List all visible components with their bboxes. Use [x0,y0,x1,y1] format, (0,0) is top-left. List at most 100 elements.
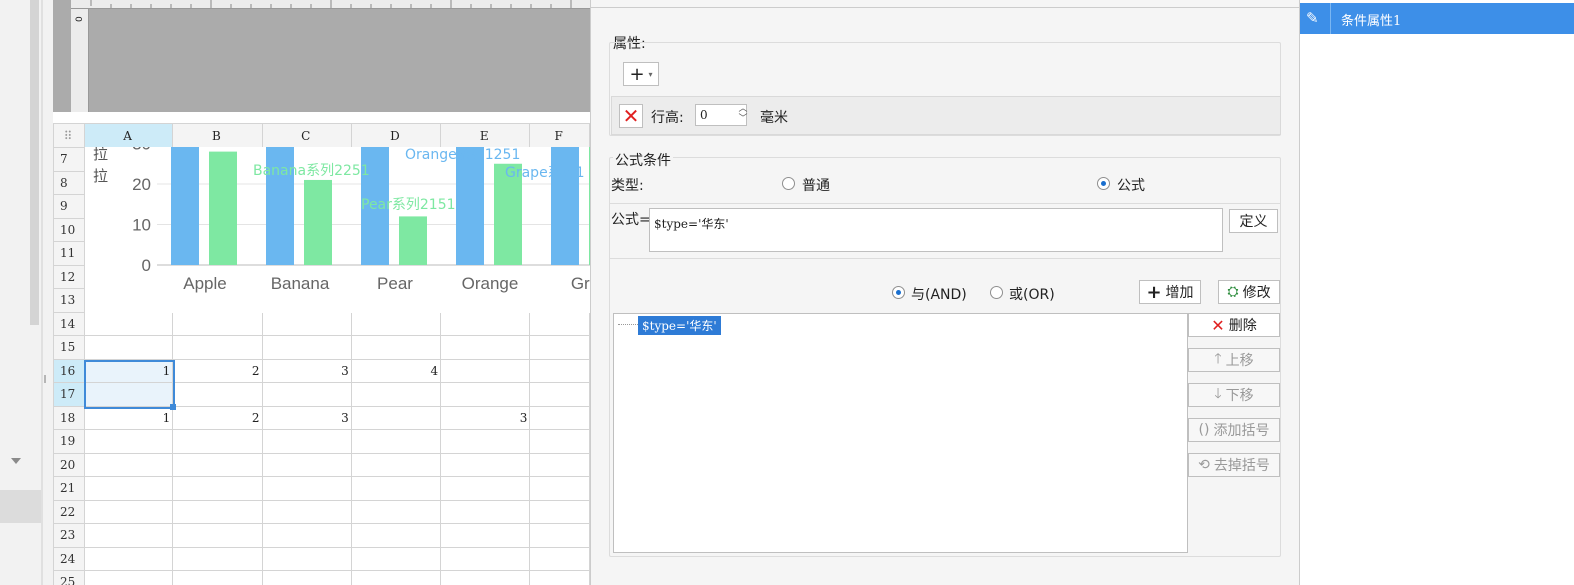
row-header[interactable]: 11 [53,241,85,266]
row-header[interactable]: 8 [53,170,85,195]
grid-cell[interactable] [350,476,442,501]
row-header[interactable]: 10 [53,217,85,242]
row-header[interactable]: 15 [53,335,85,360]
grid-cell[interactable] [350,523,442,548]
grid-cell[interactable]: 2 [172,405,263,430]
grid-cell[interactable] [261,429,352,454]
grid-cell[interactable] [529,546,590,571]
grid-cell[interactable] [529,405,590,430]
column-header-e[interactable]: E [440,123,531,148]
or-label[interactable]: 或(OR) [1009,284,1055,304]
row-header[interactable]: 7 [53,147,85,172]
column-header-f[interactable]: F [529,123,590,148]
condition-list[interactable]: $type='华东' [613,313,1188,553]
grid-cell[interactable] [529,311,590,336]
type-normal-radio[interactable] [782,177,795,190]
row-header[interactable]: 12 [53,264,85,289]
panel-splitter[interactable] [41,0,43,585]
grid-cell[interactable] [529,570,590,585]
grid-cell[interactable]: 1 [83,405,174,430]
type-formula-label[interactable]: 公式 [1117,175,1145,195]
fill-handle[interactable] [170,404,176,410]
delete-button[interactable]: ✕ 删除 [1188,313,1280,337]
row-header[interactable]: 21 [53,476,85,501]
column-header-a[interactable]: A [83,123,174,148]
grid-cell[interactable] [83,335,174,360]
grid-cell[interactable] [261,335,352,360]
grid-cell[interactable] [172,546,263,571]
grid-cell[interactable] [529,452,590,477]
grid-cell[interactable] [350,452,442,477]
grid-cell[interactable] [529,335,590,360]
grid-cell[interactable] [440,311,531,336]
column-header-c[interactable]: C [261,123,352,148]
bar-chart[interactable]: 0102030拉拉AppleBananaPearOrangeGraBanana系… [85,147,593,313]
grid-cell[interactable] [172,499,263,524]
splitter-grip-icon[interactable]: ‖ [43,374,47,383]
row-header[interactable]: 23 [53,523,85,548]
left-selected-item[interactable] [0,490,42,523]
move-down-button[interactable]: 🡓 下移 [1188,383,1280,407]
define-button[interactable]: 定义 [1229,209,1278,233]
grid-cell[interactable]: 4 [350,358,442,383]
type-normal-label[interactable]: 普通 [802,175,830,195]
row-header[interactable]: 24 [53,546,85,571]
grid-cell[interactable] [440,476,531,501]
grid-cell[interactable] [83,311,174,336]
grid-cell[interactable] [350,382,442,407]
row-header[interactable]: 13 [53,288,85,313]
remove-property-button[interactable]: ✕ [619,104,643,128]
collapse-arrow-icon[interactable] [11,458,21,464]
grid-cell[interactable] [83,546,174,571]
grid-cell[interactable]: 3 [261,405,352,430]
grid-cell[interactable] [83,476,174,501]
grid-cell[interactable]: 2 [172,358,263,383]
grid-cell[interactable] [440,335,531,360]
add-bracket-button[interactable]: () 添加括号 [1188,418,1280,442]
grid-cell[interactable] [172,311,263,336]
grid-cell[interactable] [172,523,263,548]
grid-cell[interactable] [440,382,531,407]
row-header[interactable]: 19 [53,429,85,454]
grid-cell[interactable] [529,382,590,407]
grid-cell[interactable]: 3 [440,405,531,430]
row-header[interactable]: 22 [53,499,85,524]
row-header[interactable]: 17 [53,382,85,407]
and-radio[interactable] [892,286,905,299]
grid-cell[interactable] [529,499,590,524]
modify-button[interactable]: ⛭ 修改 [1218,280,1280,304]
grid-cell[interactable] [172,452,263,477]
remove-bracket-button[interactable]: ⟲ 去掉括号 [1188,453,1280,477]
grid-cell[interactable] [172,382,263,407]
spin-down-icon[interactable]: ﹀ [737,114,749,124]
grid-cell[interactable] [529,523,590,548]
grid-cell[interactable] [261,452,352,477]
grid-cell[interactable] [440,358,531,383]
condition-property-item[interactable]: ✎ 条件属性1 [1300,3,1574,34]
grid-cell[interactable] [350,429,442,454]
grid-cell[interactable] [440,429,531,454]
grid-cell[interactable] [172,476,263,501]
left-scrollbar[interactable] [30,0,39,325]
grid-cell[interactable] [83,570,174,585]
condition-list-item[interactable]: $type='华东' [638,316,721,335]
grid-cell[interactable] [350,335,442,360]
selection-box[interactable] [84,360,175,409]
grid-cell[interactable] [261,499,352,524]
formula-input[interactable]: $type='华东' [649,208,1223,252]
grid-cell[interactable] [350,311,442,336]
row-height-spinner[interactable]: ︿ ﹀ [737,104,749,126]
grid-cell[interactable] [440,499,531,524]
grid-cell[interactable] [172,429,263,454]
row-header[interactable]: 18 [53,405,85,430]
grid-cell[interactable] [529,358,590,383]
grid-cell[interactable] [350,405,442,430]
grid-cell[interactable] [261,523,352,548]
grid-cell[interactable] [172,570,263,585]
grid-cell[interactable] [529,429,590,454]
row-header[interactable]: 16 [53,358,85,383]
type-formula-radio[interactable] [1097,177,1110,190]
grid-cell[interactable] [261,476,352,501]
grid-cell[interactable] [440,570,531,585]
grid-cell[interactable] [83,523,174,548]
